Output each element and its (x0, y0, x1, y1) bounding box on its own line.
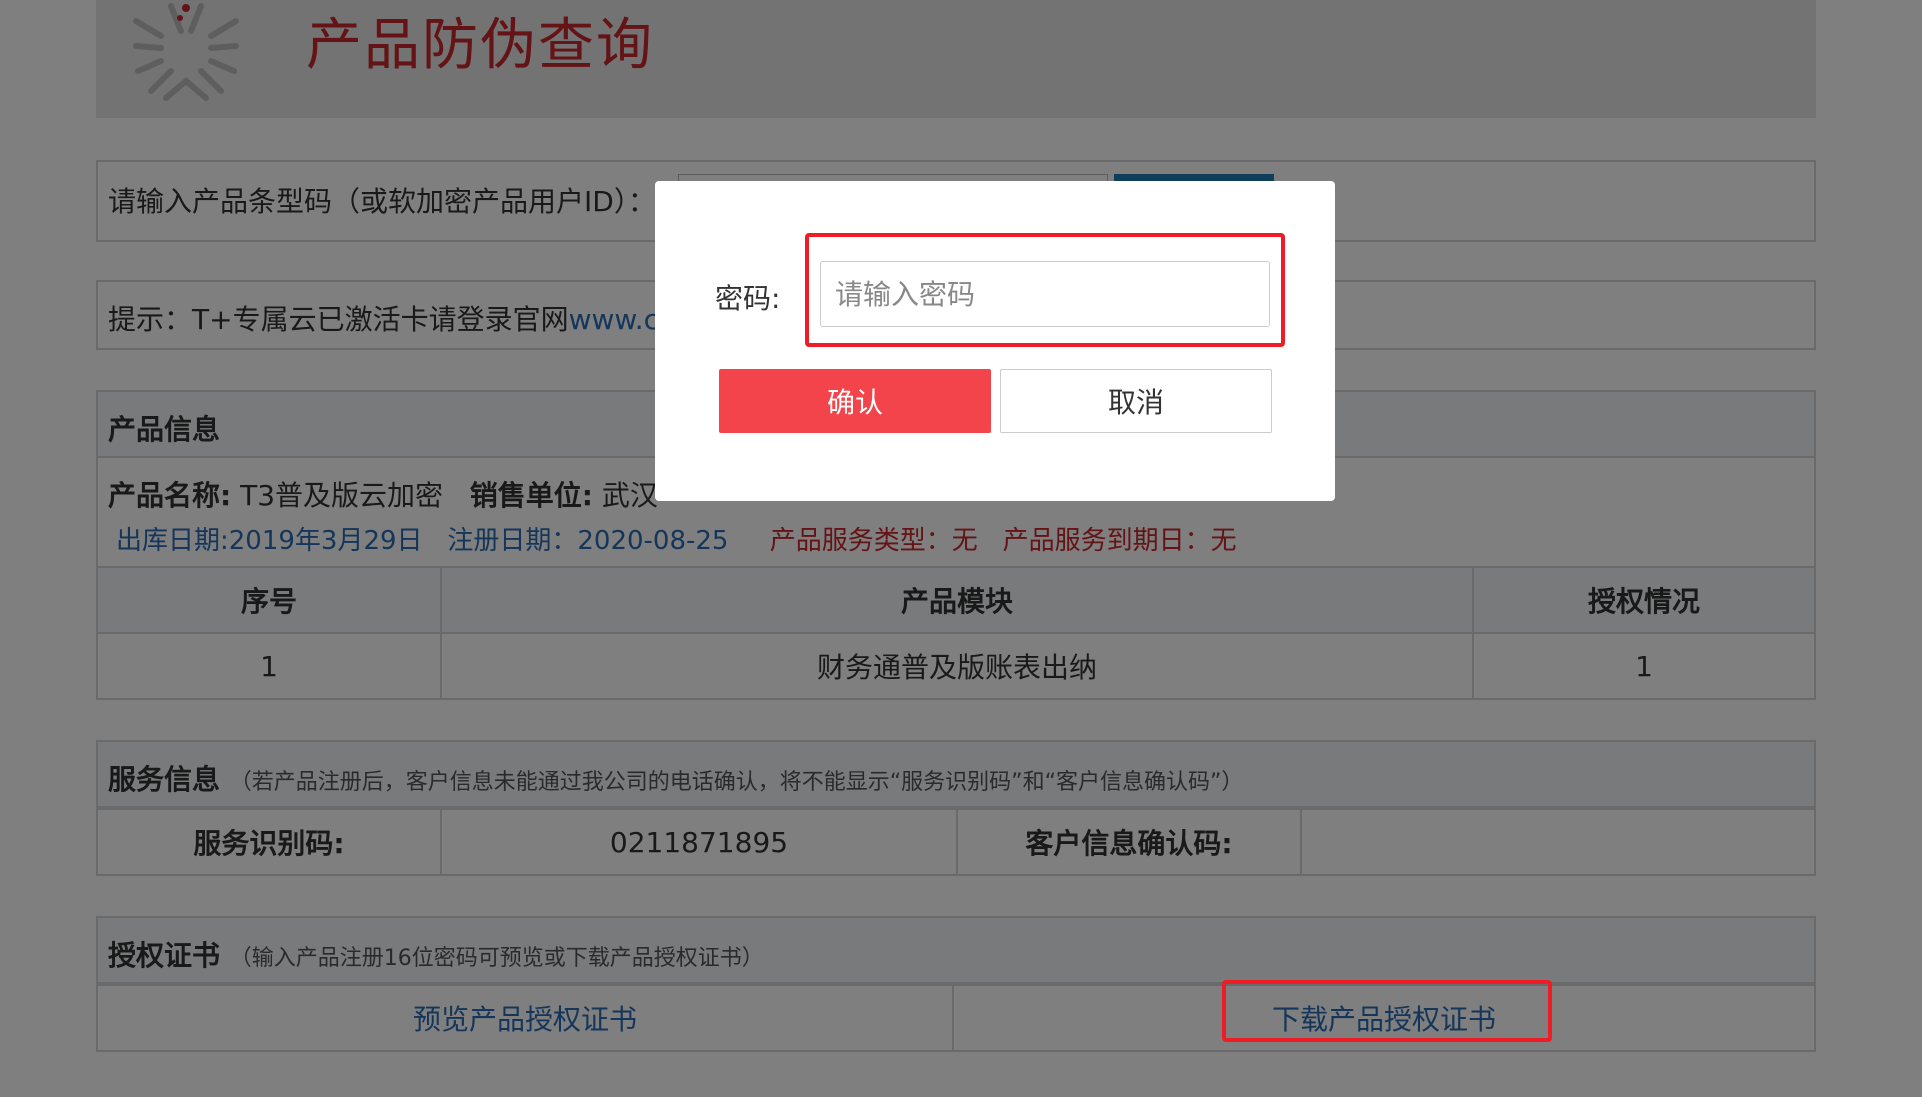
cancel-button[interactable]: 取消 (1000, 369, 1272, 433)
download-link-highlight (1222, 980, 1552, 1042)
confirm-button[interactable]: 确认 (719, 369, 991, 433)
modal-overlay[interactable] (0, 0, 1922, 1097)
password-label: 密码: (715, 282, 781, 315)
password-input-highlight (805, 233, 1285, 347)
